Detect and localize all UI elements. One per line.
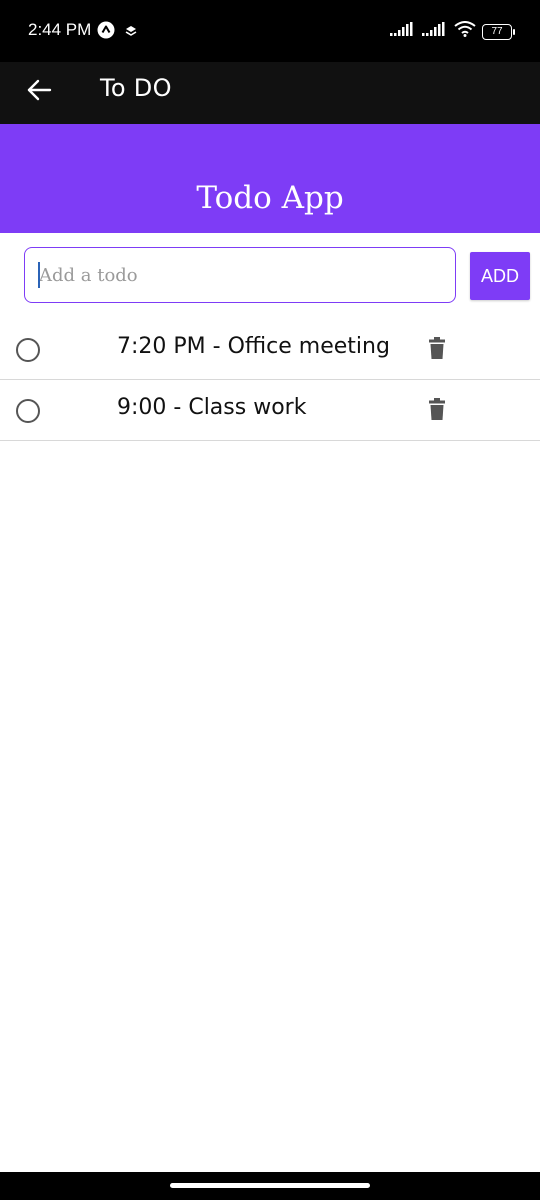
todo-text: 9:00 - Class work xyxy=(117,395,307,420)
signal-icon xyxy=(422,22,448,41)
arrow-left-icon xyxy=(26,78,52,107)
todo-text: 7:20 PM - Office meeting xyxy=(117,334,390,359)
app-notification-icon xyxy=(97,21,115,44)
back-button[interactable] xyxy=(22,75,56,109)
navigation-bar xyxy=(0,1172,540,1200)
list-item: 9:00 - Class work xyxy=(0,380,540,441)
delete-button[interactable] xyxy=(427,336,447,364)
signal-icon xyxy=(390,22,416,41)
complete-radio[interactable] xyxy=(16,399,40,423)
app-bar: To DO xyxy=(0,62,540,124)
delete-button[interactable] xyxy=(427,397,447,425)
battery-icon: 77 xyxy=(482,23,515,40)
status-time: 2:44 PM xyxy=(28,20,92,39)
status-right-icons: 77 xyxy=(390,21,515,42)
status-bar: 2:44 PM 77 xyxy=(0,0,540,62)
status-left-icons xyxy=(97,21,137,44)
complete-radio[interactable] xyxy=(16,338,40,362)
screen: 2:44 PM 77 To DO Todo App Add a todo ADD… xyxy=(0,0,540,1200)
trash-icon xyxy=(429,397,445,425)
page-title: Todo App xyxy=(196,180,344,216)
wifi-icon xyxy=(454,21,476,42)
list-item: 7:20 PM - Office meeting xyxy=(0,319,540,380)
layers-icon xyxy=(125,24,137,42)
add-button[interactable]: ADD xyxy=(470,252,530,300)
header-banner: Todo App xyxy=(0,124,540,233)
trash-icon xyxy=(429,336,445,364)
todo-input[interactable] xyxy=(24,247,456,303)
home-indicator[interactable] xyxy=(170,1183,370,1188)
app-bar-title: To DO xyxy=(100,74,172,102)
todo-list: 7:20 PM - Office meeting 9:00 - Class wo… xyxy=(0,319,540,441)
text-cursor xyxy=(38,262,40,288)
